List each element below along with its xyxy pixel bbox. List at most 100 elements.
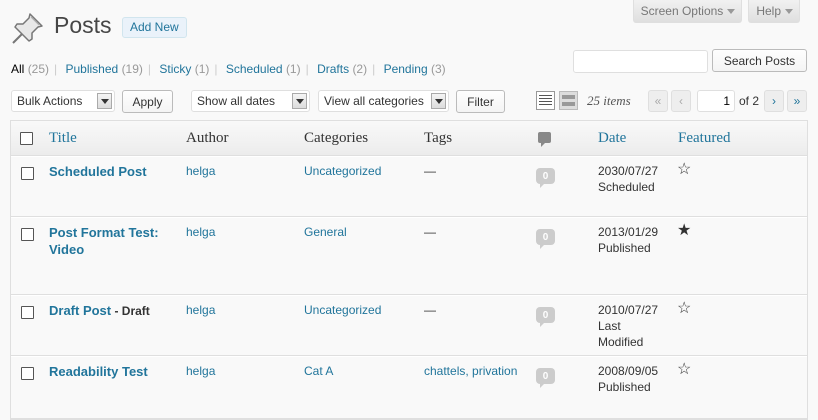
date-status: Published (598, 241, 651, 255)
comment-count-badge[interactable]: 0 (536, 168, 555, 188)
screen-options-tab[interactable]: Screen Options (632, 0, 743, 23)
date-status: Published (598, 380, 651, 394)
posts-table: Title Author Categories Tags Date Featur… (10, 120, 808, 420)
star-outline-icon[interactable]: ☆ (677, 301, 691, 317)
table-row: Readability Test helga Cat A chattels, p… (11, 356, 807, 419)
filter-count: (2) (352, 62, 368, 76)
dates-value: Show all dates (197, 94, 276, 108)
post-author[interactable]: helga (186, 302, 215, 318)
post-title[interactable]: Scheduled Post (49, 164, 147, 179)
page-title: Posts (54, 12, 112, 38)
post-categories[interactable]: General (304, 224, 347, 240)
list-view-icon[interactable] (536, 91, 555, 110)
column-tags: Tags (424, 130, 453, 146)
post-tags: — (424, 303, 436, 317)
post-title[interactable]: Draft Post (49, 303, 111, 318)
filter-scheduled[interactable]: Scheduled (1) (226, 62, 301, 76)
apply-button[interactable]: Apply (122, 90, 173, 113)
post-title-link[interactable]: Post Format Test: Video (49, 224, 174, 259)
filter-count: (1) (285, 62, 301, 76)
row-checkbox[interactable] (21, 367, 34, 380)
categories-select[interactable]: View all categories (318, 90, 449, 112)
filter-label[interactable]: Scheduled (226, 62, 283, 76)
star-outline-icon[interactable]: ☆ (677, 362, 691, 378)
bulk-actions-value: Bulk Actions (17, 94, 83, 108)
filter-count: (1) (194, 62, 210, 76)
comment-count-badge[interactable]: 0 (536, 307, 555, 327)
post-title-link[interactable]: Draft Post - Draft (49, 302, 174, 320)
column-featured[interactable]: Featured (678, 130, 730, 147)
post-title-link[interactable]: Scheduled Post (49, 163, 174, 181)
screen-options-label: Screen Options (640, 4, 724, 18)
post-author[interactable]: helga (186, 224, 215, 240)
filter-label[interactable]: Sticky (159, 62, 191, 76)
separator: | (147, 62, 152, 76)
filter-pending[interactable]: Pending (3) (384, 62, 446, 76)
separator: | (372, 62, 376, 76)
dates-select[interactable]: Show all dates (191, 90, 310, 112)
categories-value: View all categories (324, 94, 424, 108)
prev-page-button[interactable]: ‹ (671, 90, 691, 112)
help-tab[interactable]: Help (748, 0, 800, 23)
column-categories: Categories (304, 130, 369, 146)
date-value: 2010/07/27 (598, 303, 659, 317)
filter-all[interactable]: All (25) (11, 62, 49, 76)
filter-label[interactable]: Drafts (317, 62, 349, 76)
comments-icon (538, 132, 551, 147)
row-checkbox[interactable] (21, 306, 34, 319)
filter-sticky[interactable]: Sticky (1) (159, 62, 209, 76)
post-title-link[interactable]: Readability Test (49, 363, 174, 381)
filter-label[interactable]: All (11, 62, 24, 76)
screen-meta-links: Screen Options Help (632, 0, 800, 23)
post-author[interactable]: helga (186, 363, 215, 379)
separator: | (305, 62, 309, 76)
select-all-checkbox[interactable] (20, 132, 33, 145)
star-filled-icon[interactable]: ★ (677, 223, 691, 239)
last-page-button[interactable]: » (787, 90, 807, 112)
filter-label[interactable]: Published (66, 62, 119, 76)
date-status: Last Modified (598, 319, 644, 349)
filter-count: (19) (121, 62, 143, 76)
post-categories[interactable]: Uncategorized (304, 163, 381, 179)
column-date[interactable]: Date (598, 130, 626, 147)
post-tags: — (424, 164, 436, 178)
star-outline-icon[interactable]: ☆ (677, 162, 691, 178)
chevron-down-icon (431, 93, 446, 109)
current-page-input[interactable] (697, 90, 735, 112)
table-header: Title Author Categories Tags Date Featur… (11, 121, 807, 156)
search-input[interactable] (573, 50, 708, 73)
post-categories[interactable]: Uncategorized (304, 302, 381, 318)
filter-published[interactable]: Published (19) (66, 62, 143, 76)
row-checkbox[interactable] (21, 228, 34, 241)
post-date: 2013/01/29 Published (598, 224, 673, 256)
post-title[interactable]: Readability Test (49, 364, 148, 379)
filter-drafts[interactable]: Drafts (2) (317, 62, 367, 76)
first-page-button[interactable]: « (648, 90, 668, 112)
date-status: Scheduled (598, 180, 655, 194)
comment-count-badge[interactable]: 0 (536, 368, 555, 388)
bulk-actions-select[interactable]: Bulk Actions (11, 90, 115, 112)
add-new-button[interactable]: Add New (122, 17, 187, 38)
post-date: 2008/09/05 Published (598, 363, 673, 395)
pushpin-icon (12, 13, 43, 44)
post-author[interactable]: helga (186, 163, 215, 179)
chevron-down-icon (785, 8, 793, 14)
post-title[interactable]: Post Format Test: Video (49, 225, 159, 257)
comment-count-badge[interactable]: 0 (536, 229, 555, 249)
next-page-button[interactable]: › (764, 90, 784, 112)
items-count: 25 items (587, 93, 631, 108)
post-tags[interactable]: chattels, privation (424, 363, 517, 379)
date-value: 2008/09/05 (598, 364, 659, 378)
post-date: 2010/07/27 Last Modified (598, 302, 673, 350)
post-state: - Draft (111, 304, 150, 318)
column-title[interactable]: Title (49, 130, 77, 147)
post-categories[interactable]: Cat A (304, 363, 333, 379)
filter-button[interactable]: Filter (456, 90, 505, 113)
chevron-down-icon (292, 93, 307, 109)
search-posts-button[interactable]: Search Posts (712, 49, 807, 72)
filter-label[interactable]: Pending (384, 62, 428, 76)
excerpt-view-icon[interactable] (559, 91, 578, 110)
table-row: Post Format Test: Video helga General — … (11, 217, 807, 295)
chevron-down-icon (727, 8, 736, 14)
row-checkbox[interactable] (21, 167, 34, 180)
